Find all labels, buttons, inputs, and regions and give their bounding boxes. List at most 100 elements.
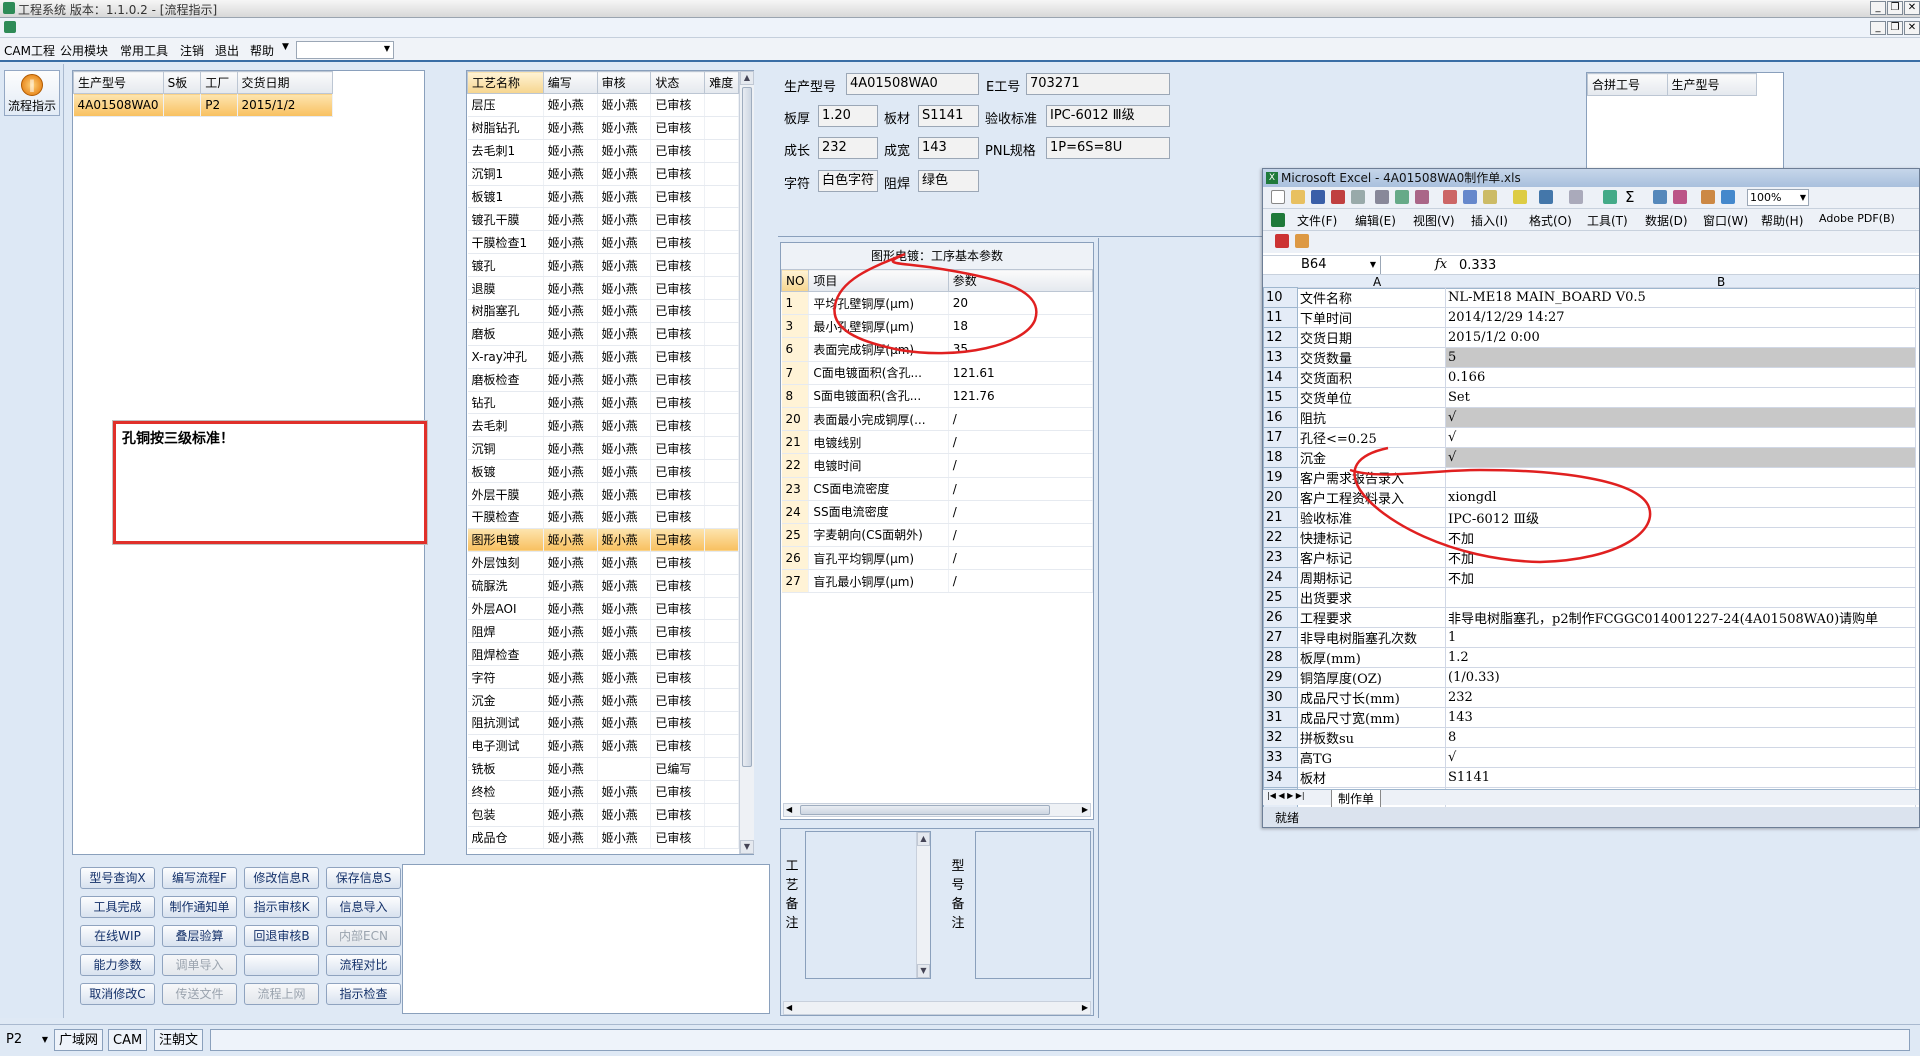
scroll-up-icon[interactable]: ▲ [740,71,754,85]
table-row[interactable]: 干膜检查 姬小燕 姬小燕 已审核 [467,505,739,529]
excel-menu-file[interactable]: 文件(F) [1297,212,1337,229]
thickness-field[interactable]: 1.20 [818,105,878,127]
cell-a[interactable]: 交货单位 [1297,387,1446,408]
standard-field[interactable]: IPC-6012 Ⅲ级 [1046,105,1170,127]
save-icon[interactable] [1311,190,1325,204]
zoom-select[interactable]: 100% ▼ [1747,189,1809,206]
table-row[interactable]: 外层蚀刻 姬小燕 姬小燕 已审核 [467,551,739,575]
action-button-1-3[interactable]: 信息导入 [326,896,401,918]
table-row[interactable]: 沉金 姬小燕 姬小燕 已审核 [467,688,739,713]
col-param[interactable]: 参数 [947,269,1094,292]
action-button-1-1[interactable]: 制作通知单 [162,896,237,918]
table-row[interactable]: 磨板检查 姬小燕 姬小燕 已审核 [467,368,739,392]
cell-b[interactable]: √ [1445,747,1916,768]
table-row[interactable]: 24 SS面电流密度 / [781,500,1094,524]
table-row[interactable]: 沉铜 姬小燕 姬小燕 已审核 [467,436,739,461]
process-remark-field[interactable]: ▲ ▼ [805,831,931,979]
table-row[interactable]: 21 电镀线别 / [781,430,1094,455]
remark-scrollbar[interactable]: ▲ ▼ [916,832,930,978]
flow-indicator-button[interactable]: ‖ 流程指示 [4,70,60,116]
scroll-thumb[interactable] [742,87,752,767]
excel-menu-insert[interactable]: 插入(I) [1471,212,1508,229]
col-no[interactable]: NO [780,269,810,292]
cell-a[interactable]: 拼板数su [1297,727,1446,748]
menu-tools[interactable]: 常用工具 [120,42,168,59]
menu-common-module[interactable]: 公用模块 [60,42,108,59]
minimize-button[interactable]: _ [1870,1,1886,15]
function-icon[interactable]: fx [1435,257,1447,272]
print-icon[interactable] [1351,190,1365,204]
cell-b[interactable] [1445,587,1916,608]
excel-title-bar[interactable]: X Microsoft Excel - 4A01508WA0制作单.xls [1263,169,1919,187]
cell-a[interactable]: 孔径<=0.25 [1297,427,1446,448]
scroll-left-icon[interactable]: ◀ [786,804,792,816]
excel-menu-window[interactable]: 窗口(W) [1703,212,1748,229]
table-row[interactable]: 磨板 姬小燕 姬小燕 已审核 [467,322,739,346]
cell-b[interactable]: 1.2 [1445,647,1916,668]
action-button-4-0[interactable]: 取消修改C [80,983,155,1005]
action-button-3-0[interactable]: 能力参数 [80,954,155,976]
mdi-close-button[interactable]: ✕ [1904,21,1920,35]
restore-button[interactable]: ❐ [1887,1,1903,15]
mask-field[interactable]: 绿色 [918,170,979,192]
col-process-name[interactable]: 工艺名称 [467,71,544,94]
cell-a[interactable]: 客户需求报告录入 [1297,467,1446,488]
cell-b[interactable]: 不加 [1445,527,1916,548]
print-preview-icon[interactable] [1375,190,1389,204]
mdi-minimize-button[interactable]: _ [1870,21,1886,35]
col-factory[interactable]: 工厂 [200,71,238,94]
pdf-mail-icon[interactable] [1295,234,1309,248]
hyperlink-icon[interactable] [1603,190,1617,204]
length-field[interactable]: 232 [818,137,878,159]
col-item[interactable]: 项目 [808,269,949,292]
cell-b[interactable]: 0.166 [1445,367,1916,388]
menu-exit[interactable]: 退出 [215,42,239,59]
table-row[interactable]: 23 CS面电流密度 / [781,477,1094,501]
table-row[interactable]: 字符 姬小燕 姬小燕 已审核 [467,665,739,690]
excel-menu-adobe[interactable]: Adobe PDF(B) [1819,212,1895,225]
cell-a[interactable]: 下单时间 [1297,307,1446,328]
scroll-up-icon[interactable]: ▲ [917,832,930,846]
table-row[interactable]: 22 电镀时间 / [781,453,1094,478]
cell-b[interactable]: √ [1445,447,1916,468]
research-icon[interactable] [1415,190,1429,204]
copy-icon[interactable] [1463,190,1477,204]
pdf-icon[interactable] [1275,234,1289,248]
table-row[interactable]: 树脂钻孔 姬小燕 姬小燕 已审核 [467,116,739,140]
cell-a[interactable]: 沉金 [1297,447,1446,468]
sort-desc-icon[interactable] [1673,190,1687,204]
factory-select[interactable]: P2 ▼ [2,1029,50,1051]
table-row[interactable]: 8 S面电镀面积(含孔... 121.76 [781,384,1094,408]
cell-b[interactable]: √ [1445,407,1916,428]
sheet-tab[interactable]: 制作单 [1331,790,1382,808]
spelling-icon[interactable] [1395,190,1409,204]
table-row[interactable]: 板镀1 姬小燕 姬小燕 已审核 [467,185,739,209]
width-field[interactable]: 143 [918,137,979,159]
table-row[interactable]: 干膜检查1 姬小燕 姬小燕 已审核 [467,230,739,255]
action-button-0-0[interactable]: 型号查询X [80,867,155,889]
table-row[interactable]: 包装 姬小燕 姬小燕 已审核 [467,803,739,827]
new-file-icon[interactable] [1271,190,1285,204]
col-reviewer[interactable]: 审核 [596,71,652,94]
table-row[interactable]: 镀孔 姬小燕 姬小燕 已审核 [467,253,739,278]
name-box[interactable]: B64 ▼ [1263,256,1381,274]
permission-icon[interactable] [1331,190,1345,204]
table-row[interactable]: 27 盲孔最小铜厚(μm) / [781,569,1094,594]
params-hscrollbar[interactable]: ◀ ▶ [783,803,1091,817]
cell-a[interactable]: 交货面积 [1297,367,1446,388]
cell-a[interactable]: 验收标准 [1297,507,1446,528]
excel-menu-edit[interactable]: 编辑(E) [1355,212,1396,229]
cell-b[interactable]: S1141 [1445,767,1916,788]
action-button-1-0[interactable]: 工具完成 [80,896,155,918]
table-row[interactable]: 硫脲洗 姬小燕 姬小燕 已审核 [467,574,739,598]
cell-a[interactable]: 成品尺寸宽(mm) [1297,707,1446,728]
excel-menu-format[interactable]: 格式(O) [1529,212,1572,229]
col-model[interactable]: 生产型号 [73,71,164,94]
table-row[interactable]: 阻焊检查 姬小燕 姬小燕 已审核 [467,642,739,667]
mdi-restore-button[interactable]: ❐ [1887,21,1903,35]
table-row[interactable]: 电子测试 姬小燕 姬小燕 已审核 [467,734,739,758]
col-writer[interactable]: 编写 [542,71,598,94]
cell-a[interactable]: 工程要求 [1297,607,1446,628]
col-merge-eno[interactable]: 合拼工号 [1587,73,1668,96]
table-row[interactable]: 外层干膜 姬小燕 姬小燕 已审核 [467,482,739,507]
